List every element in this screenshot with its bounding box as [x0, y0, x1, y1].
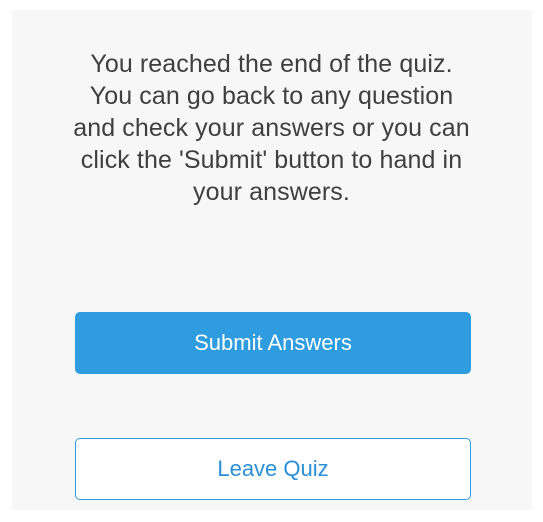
message-line: You reached the end of the quiz.	[90, 50, 453, 78]
message-line: You can go back to any question	[89, 82, 454, 110]
leave-quiz-button[interactable]: Leave Quiz	[75, 438, 471, 500]
submit-answers-button[interactable]: Submit Answers	[75, 312, 471, 374]
end-of-quiz-message: You reached the end of the quiz. You can…	[0, 48, 543, 208]
message-line: and check your answers or you can	[73, 114, 470, 142]
message-line: your answers.	[193, 178, 350, 206]
message-line: click the 'Submit' button to hand in	[80, 146, 463, 174]
